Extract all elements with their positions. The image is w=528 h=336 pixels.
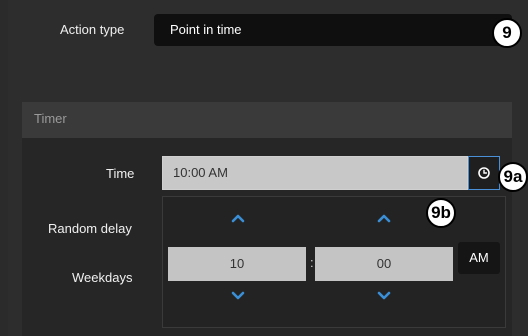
time-input[interactable]: 10:00 AM [162,156,468,190]
callout-marker-9: 9 [492,18,522,48]
time-separator: : [310,255,314,270]
time-label: Time [106,166,135,181]
timer-panel-header: Timer [22,102,512,138]
action-type-select[interactable]: Point in time [154,14,512,46]
hour-increment-chevron-up-icon[interactable] [228,211,248,225]
random-delay-label: Random delay [48,221,132,236]
minute-decrement-chevron-down-icon[interactable] [374,289,394,303]
clock-icon [478,167,490,179]
weekdays-label: Weekdays [72,270,133,285]
minutes-field[interactable]: 00 [315,247,453,281]
am-pm-toggle-button[interactable]: AM [458,242,500,274]
callout-marker-9b: 9b [426,198,456,228]
clock-button[interactable] [468,156,500,190]
action-type-label: Action type [60,22,125,37]
hours-field[interactable]: 10 [168,247,306,281]
minute-increment-chevron-up-icon[interactable] [374,211,394,225]
hour-decrement-chevron-down-icon[interactable] [228,289,248,303]
callout-marker-9a: 9a [498,162,528,192]
